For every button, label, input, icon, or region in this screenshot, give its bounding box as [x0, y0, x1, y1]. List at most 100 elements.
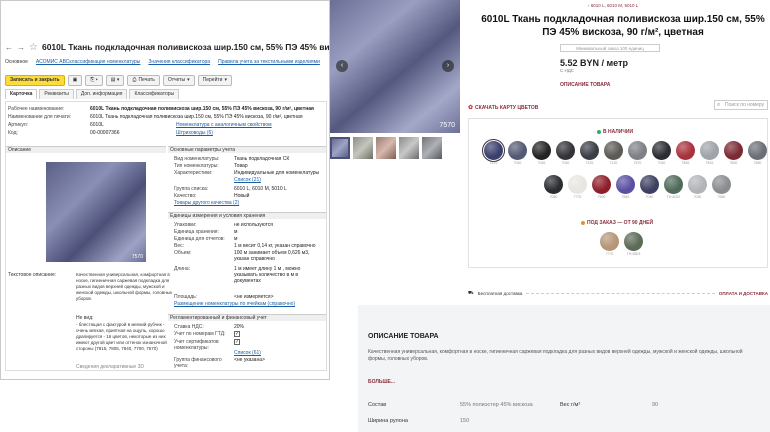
tab-card[interactable]: Карточка: [5, 89, 38, 99]
swatch-circle[interactable]: [640, 175, 659, 194]
swatch-circle[interactable]: [604, 141, 623, 160]
prev-photo-button[interactable]: ‹: [336, 60, 348, 72]
swatch-circle[interactable]: [600, 232, 619, 251]
value[interactable]: <не указана>: [234, 357, 265, 363]
link-char-list[interactable]: Список (21): [234, 177, 261, 183]
thumbnail[interactable]: [353, 137, 373, 159]
thumbnail[interactable]: [330, 137, 350, 159]
swatch-circle[interactable]: [628, 141, 647, 160]
value[interactable]: 00-00007366: [90, 130, 119, 136]
color-swatch[interactable]: 7770: [599, 232, 620, 256]
value[interactable]: Товар: [234, 163, 248, 169]
swatch-circle[interactable]: [664, 175, 683, 194]
color-swatch[interactable]: 7800: [723, 141, 744, 165]
color-swatch[interactable]: 7225: [579, 141, 600, 165]
swatch-circle[interactable]: [580, 141, 599, 160]
star-icon[interactable]: ☆: [29, 42, 38, 53]
thumbnail[interactable]: [399, 137, 419, 159]
download-color-card-link[interactable]: ✿ СКАЧАТЬ КАРТУ ЦВЕТОВ: [468, 104, 538, 112]
swatch-circle[interactable]: [532, 141, 551, 160]
breadcrumb[interactable]: ‹ 6010 L, 6010 M, 5010 L: [588, 3, 638, 8]
link-analog-nomenclature[interactable]: Номенклатура с аналогичным свойством: [176, 122, 272, 128]
link-text[interactable]: Товары другого качества (2): [174, 200, 239, 206]
color-swatch[interactable]: 7045: [531, 141, 552, 165]
color-swatch[interactable]: 7040: [507, 141, 528, 165]
swatch-circle[interactable]: [544, 175, 563, 194]
gtd-checkbox[interactable]: ✓: [234, 331, 240, 337]
swatch-circle[interactable]: [624, 232, 643, 251]
value[interactable]: 1 м имеет длину 1 м , можно указывать ко…: [234, 266, 322, 284]
value[interactable]: м: [234, 229, 237, 235]
swatch-circle[interactable]: [652, 141, 671, 160]
color-swatch[interactable]: 7040: [651, 141, 672, 165]
swatch-circle[interactable]: [482, 139, 505, 162]
swatch-circle[interactable]: [676, 141, 695, 160]
main-product-photo[interactable]: ‹ › 7570: [330, 0, 460, 133]
swatch-circle[interactable]: [688, 175, 707, 194]
color-swatch[interactable]: 7030: [687, 175, 708, 199]
payment-delivery-link[interactable]: ОПЛАТА И ДОСТАВКА: [719, 291, 768, 296]
product-description-link[interactable]: ОПИСАНИЕ ТОВАРА: [560, 82, 610, 88]
color-swatch[interactable]: 7580: [747, 141, 768, 165]
color-swatch[interactable]: 7550: [711, 175, 732, 199]
value[interactable]: 6010L Ткань подкладочная поливискоза шир…: [90, 114, 303, 120]
color-swatch[interactable]: 7815: [699, 141, 720, 165]
swatch-circle[interactable]: [592, 175, 611, 194]
tab-requisites[interactable]: Реквизиты: [39, 89, 74, 99]
link-cells-placement[interactable]: Размещение номенклатуры по ячейкам (спра…: [174, 301, 295, 307]
goto-button[interactable]: Перейти ▾: [197, 74, 232, 86]
text-description-value[interactable]: Качественная универсальная, комфортная в…: [76, 272, 176, 302]
reports-button[interactable]: Отчеты ▾: [162, 74, 195, 86]
swatch-circle[interactable]: [700, 141, 719, 160]
link-textile-rules[interactable]: Правила учета за текстильными изделиями: [218, 59, 320, 69]
more-link[interactable]: БОЛЬШЕ...: [368, 379, 395, 385]
tab-classifiers[interactable]: Классификаторы: [129, 89, 180, 99]
next-photo-button[interactable]: ›: [442, 60, 454, 72]
color-swatch[interactable]: 7500: [591, 175, 612, 199]
link-text[interactable]: Размещение номенклатуры по ячейкам (спра…: [174, 301, 295, 307]
link-text[interactable]: Список (61): [234, 350, 261, 356]
color-swatch[interactable]: 7770: [567, 175, 588, 199]
swatch-circle[interactable]: [556, 141, 575, 160]
color-swatch[interactable]: 7570: [627, 141, 648, 165]
value[interactable]: Ткань подкладочная СК: [234, 156, 289, 162]
back-arrow-icon[interactable]: ←: [5, 43, 13, 52]
link-abc-classification[interactable]: АСОМИС АВСклассификация номенклатуры: [36, 59, 140, 69]
swatch-circle[interactable]: [616, 175, 635, 194]
color-swatch[interactable]: TH-6503: [623, 232, 644, 256]
value[interactable]: м: [234, 236, 237, 242]
link-cert-list[interactable]: Список (61): [234, 350, 261, 356]
color-swatch[interactable]: TH-6022: [663, 175, 684, 199]
swatch-circle[interactable]: [712, 175, 731, 194]
color-swatch[interactable]: 7840: [615, 175, 636, 199]
color-swatch[interactable]: 7040: [555, 141, 576, 165]
swatch-circle[interactable]: [748, 141, 767, 160]
swatch-circle[interactable]: [568, 175, 587, 194]
print-button[interactable]: ⎙ Печать: [127, 74, 160, 86]
link-barcodes[interactable]: Штриховоды (6): [176, 130, 213, 136]
link-text[interactable]: Номенклатура с аналогичным свойством: [176, 122, 272, 128]
link-other-quality[interactable]: Товары другого качества (2): [174, 200, 239, 206]
color-swatch[interactable]: 7060: [543, 175, 564, 199]
value[interactable]: 6010L Ткань подкладочная поливискоза шир…: [90, 106, 314, 112]
value[interactable]: 1 м весит 0,14 кг, указан справочно: [234, 243, 316, 249]
thumbnail[interactable]: [376, 137, 396, 159]
thumbnail[interactable]: [422, 137, 442, 159]
save-icon[interactable]: ▣: [67, 74, 83, 86]
value[interactable]: Индивидуальные для номенклатуры: [234, 170, 319, 176]
color-swatch[interactable]: 7570: [482, 139, 505, 165]
forward-arrow-icon[interactable]: →: [17, 43, 25, 52]
attach-icon[interactable]: ⎘ ▾: [85, 74, 103, 86]
cert-checkbox[interactable]: ✓: [234, 339, 240, 345]
min-order-field[interactable]: Минимальный заказ 100 единиц: [560, 44, 660, 52]
link-classifier-values[interactable]: Значения классификатора: [148, 59, 210, 69]
color-swatch[interactable]: 7120: [603, 141, 624, 165]
link-text[interactable]: Штриховоды (6): [176, 130, 213, 136]
color-swatch[interactable]: 7040: [639, 175, 660, 199]
swatch-circle[interactable]: [724, 141, 743, 160]
link-text[interactable]: Список (21): [234, 177, 261, 183]
value[interactable]: 100 м занимает объем 0,626 м3, указан сп…: [234, 250, 322, 262]
value[interactable]: Новый: [234, 193, 249, 199]
color-search-input[interactable]: ⌕ Поиск по номеру: [714, 100, 768, 110]
save-close-button[interactable]: Записать и закрыть: [5, 74, 65, 86]
